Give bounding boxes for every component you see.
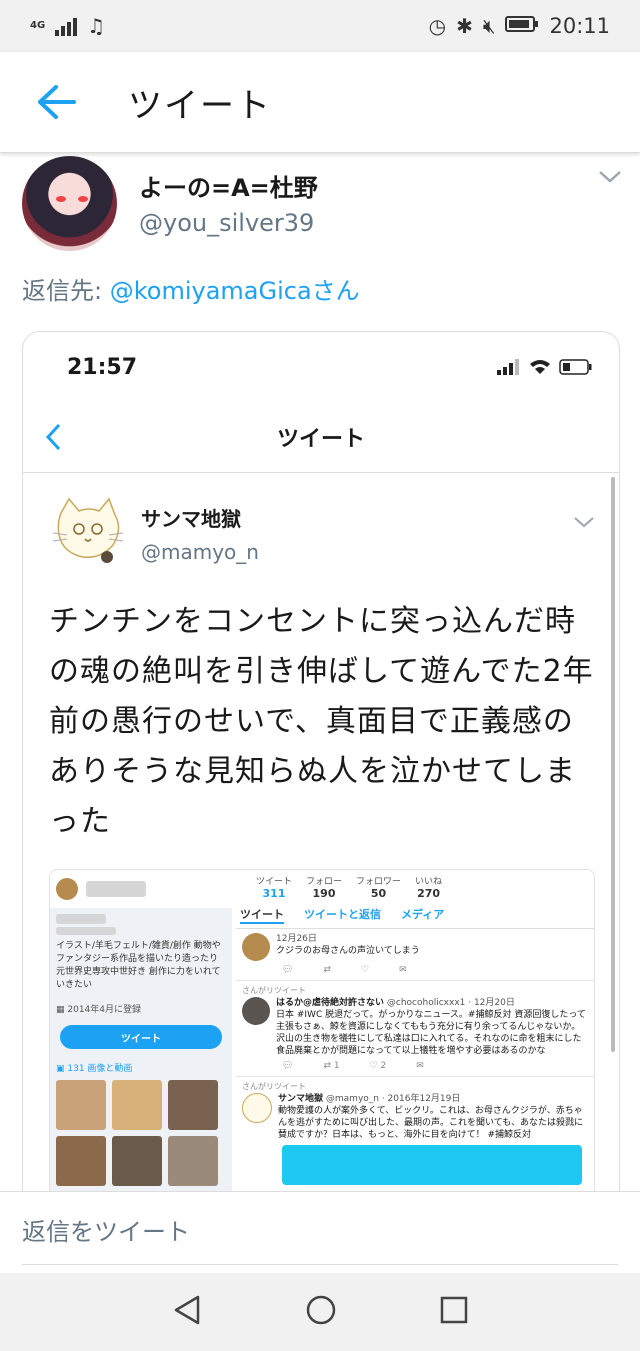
- triangle-back-icon: [174, 1295, 199, 1325]
- battery-icon: [505, 14, 539, 38]
- nested-tab-tweets: ツイート: [240, 906, 284, 924]
- nested-tweet-handle: @chocoholicxxx1 · 12月20日: [386, 998, 515, 1008]
- cat-avatar-icon: [52, 497, 124, 563]
- nav-home-button[interactable]: [305, 1294, 337, 1330]
- nested-tweet-image: [282, 1145, 582, 1185]
- back-button[interactable]: [26, 72, 86, 132]
- reply-prefix: 返信先:: [22, 277, 110, 305]
- nested-tweet: 12月26日クジラのお母さんの声泣いてしまう 💬︎ ⇄ ♡ ✉: [236, 929, 594, 981]
- mute-icon: 🔇︎: [482, 14, 496, 38]
- signal-icon: [55, 16, 78, 36]
- clock: 20:11: [549, 14, 610, 38]
- nested-rt-label: さんがリツイート: [242, 1082, 306, 1091]
- stat-followers: フォロワー 50: [356, 877, 402, 900]
- nested-media-grid: [50, 1080, 232, 1186]
- nested-tweet-text: クジラのお母さんの声泣いてしまう: [276, 946, 420, 956]
- network-indicator: 4G: [30, 20, 46, 31]
- image-tweet: サンマ地獄 @mamyo_n チンチンをコンセントに突っ込んだ時の魂の絶叫を引き…: [23, 493, 619, 1191]
- nested-bio: イラスト/羊毛フェルト/雑貨/創作 動物やファンタジー系作品を描いたり造ったり …: [50, 908, 232, 998]
- image-nav-title: ツイート: [276, 427, 365, 452]
- image-status-bar: 21:57: [23, 332, 619, 402]
- reply-composer: 返信をツイート: [0, 1191, 640, 1274]
- nested-tweet-name: サンマ地獄: [278, 1094, 324, 1104]
- stat-following: フォロー 190: [306, 877, 343, 900]
- nested-tab-replies: ツイートと返信: [304, 908, 381, 921]
- nested-timeline: ツイート 311 フォロー 190 フォロワー 50 いいね 270 ツイート ツイート…: [236, 870, 594, 1191]
- bluetooth-icon: ✱: [456, 14, 473, 38]
- attached-image[interactable]: 21:57 ツイート サンマ地獄 @mamyo_n チンチンをコンセントに突っ込…: [22, 331, 620, 1191]
- nested-joined-text: 2014年4月に登録: [67, 1005, 142, 1015]
- chevron-down-icon: [573, 513, 595, 532]
- reply-input[interactable]: 返信をツイート: [22, 1212, 618, 1265]
- tweet-author[interactable]: よーの=A=杜野 @you_silver39: [22, 156, 318, 251]
- nested-rt-label: さんがリツイート: [242, 986, 306, 995]
- avatar[interactable]: [22, 156, 117, 251]
- nested-tweet-actions: 💬︎ ⇄ 1 ♡ 2 ✉: [282, 1061, 424, 1071]
- nested-stats: ツイート 311 フォロー 190 フォロワー 50 いいね 270: [236, 870, 594, 900]
- chevron-down-icon[interactable]: [598, 169, 622, 188]
- nested-tweet: さんがリツイート はるか@虐待絶対許さない @chocoholicxxx1 · …: [236, 981, 594, 1077]
- nested-tweet-handle: @mamyo_n · 2016年12月19日: [325, 1094, 461, 1104]
- signal-icon: [497, 359, 519, 375]
- data-saver-icon: ◷: [428, 14, 447, 38]
- user-handle: @you_silver39: [139, 209, 315, 237]
- image-time: 21:57: [67, 354, 138, 380]
- music-icon: ♫: [87, 14, 106, 38]
- nested-tweet-text: 日本 #IWC 脱退だって。がっかりなニュース。#捕鯨反対 資源回復したって主張…: [276, 1010, 586, 1056]
- stat-tweets: ツイート 311: [256, 877, 293, 900]
- image-tweet-text: チンチンをコンセントに突っ込んだ時の魂の絶叫を引き伸ばして遊んでた2年前の愚行の…: [49, 604, 594, 839]
- nested-avatar: [56, 878, 78, 900]
- nested-tabs: ツイート ツイートと返信 メディア: [236, 900, 594, 929]
- nav-recents-button[interactable]: [440, 1296, 468, 1328]
- nested-profile-screenshot: イラスト/羊毛フェルト/雑貨/創作 動物やファンタジー系作品を描いたり造ったり …: [49, 869, 595, 1191]
- image-scrollbar: [611, 477, 615, 1052]
- image-tweet-handle: @mamyo_n: [141, 540, 259, 564]
- nested-profile-sidebar: イラスト/羊毛フェルト/雑貨/創作 動物やファンタジー系作品を描いたり造ったり …: [50, 870, 232, 1191]
- status-bar: 4G ♫ ◷ ✱ 🔇︎ 20:11: [0, 0, 640, 52]
- image-tweet-name: サンマ地獄: [141, 507, 241, 531]
- nested-media-text: 131 画像と動画: [67, 1064, 133, 1074]
- nested-tweet: さんがリツイート サンマ地獄 @mamyo_n · 2016年12月19日動物愛…: [236, 1077, 594, 1189]
- nested-bio-text: イラスト/羊毛フェルト/雑貨/創作 動物やファンタジー系作品を描いたり造ったり …: [56, 941, 221, 990]
- circle-home-icon: [306, 1295, 336, 1325]
- system-nav-bar: [0, 1273, 640, 1351]
- nested-media-label: ▣ 131 画像と動画: [56, 1064, 133, 1074]
- app-bar: ツイート: [0, 52, 640, 153]
- nested-tweet-name: はるか@虐待絶対許さない: [276, 998, 385, 1008]
- display-name: よーの=A=杜野: [139, 174, 318, 202]
- square-recents-icon: [441, 1296, 468, 1324]
- nested-tab-media: メディア: [401, 908, 445, 921]
- nested-tweet-text: 動物愛護の人が案外多くて、ビックリ。これは、お母さんクジラが、赤ちゃんを逃がすた…: [278, 1106, 584, 1140]
- nested-tweet-button: ツイート: [60, 1025, 222, 1049]
- tweet-detail: よーの=A=杜野 @you_silver39 返信先: @komiyamaGic…: [0, 153, 640, 1191]
- image-nav-bar: ツイート: [23, 402, 619, 473]
- reply-user-link[interactable]: @komiyamaGicaさん: [110, 277, 360, 305]
- nested-tweet-actions: 💬︎ ⇄ ♡ ✉: [282, 965, 407, 975]
- stat-likes: いいね 270: [415, 877, 443, 900]
- reply-to: 返信先: @komiyamaGicaさん: [22, 271, 360, 306]
- page-title: ツイート: [128, 85, 272, 126]
- wifi-icon: [530, 360, 550, 374]
- nested-joined: ▦ 2014年4月に登録: [56, 1005, 142, 1015]
- battery-icon: [559, 359, 592, 375]
- image-status-icons: [497, 359, 593, 375]
- back-arrow-icon: [38, 85, 76, 119]
- blurred-name: [86, 881, 146, 897]
- nested-tweet-date: 12月26日: [276, 934, 317, 944]
- nav-back-button[interactable]: [172, 1294, 202, 1330]
